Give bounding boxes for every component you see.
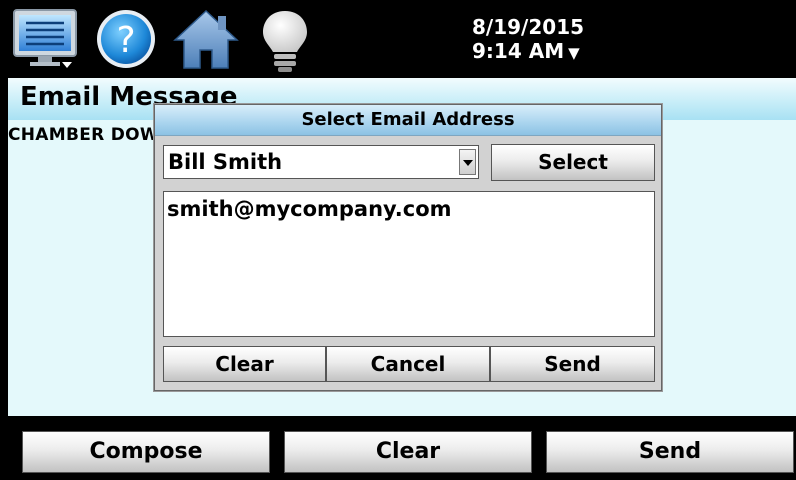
send-button[interactable]: Send — [546, 431, 794, 473]
dialog-send-button[interactable]: Send — [490, 346, 655, 382]
clock-display[interactable]: 8/19/2015 9:14 AM ▼ — [472, 15, 584, 65]
chevron-down-icon[interactable] — [459, 149, 476, 175]
bottom-toolbar: Compose Clear Send — [0, 416, 796, 480]
svg-text:?: ? — [116, 20, 135, 61]
compose-button[interactable]: Compose — [22, 431, 270, 473]
top-toolbar: ? 8/19/2015 9:14 AM ▼ — [0, 0, 796, 76]
monitor-icon[interactable] — [12, 8, 78, 70]
home-icon[interactable] — [172, 8, 240, 70]
time-row: 9:14 AM ▼ — [472, 39, 584, 65]
dialog-clear-button[interactable]: Clear — [163, 346, 326, 382]
select-email-dialog: Select Email Address Bill Smith Select s… — [154, 104, 662, 391]
email-address-field[interactable]: smith@mycompany.com — [163, 191, 655, 337]
message-subject: CHAMBER DOWN — [8, 125, 174, 145]
recipient-dropdown[interactable]: Bill Smith — [163, 145, 479, 179]
recipient-value: Bill Smith — [168, 150, 283, 174]
dialog-cancel-button[interactable]: Cancel — [326, 346, 490, 382]
email-address-text: smith@mycompany.com — [167, 197, 452, 221]
select-button[interactable]: Select — [491, 144, 655, 181]
clear-button[interactable]: Clear — [284, 431, 532, 473]
light-bulb-icon[interactable] — [258, 8, 312, 74]
dropdown-arrow-icon: ▼ — [568, 44, 580, 62]
help-icon[interactable]: ? — [95, 8, 157, 70]
dialog-title: Select Email Address — [301, 109, 515, 130]
date-text: 8/19/2015 — [472, 15, 585, 39]
dialog-header: Select Email Address — [155, 105, 661, 136]
time-text: 9:14 AM — [472, 39, 565, 63]
